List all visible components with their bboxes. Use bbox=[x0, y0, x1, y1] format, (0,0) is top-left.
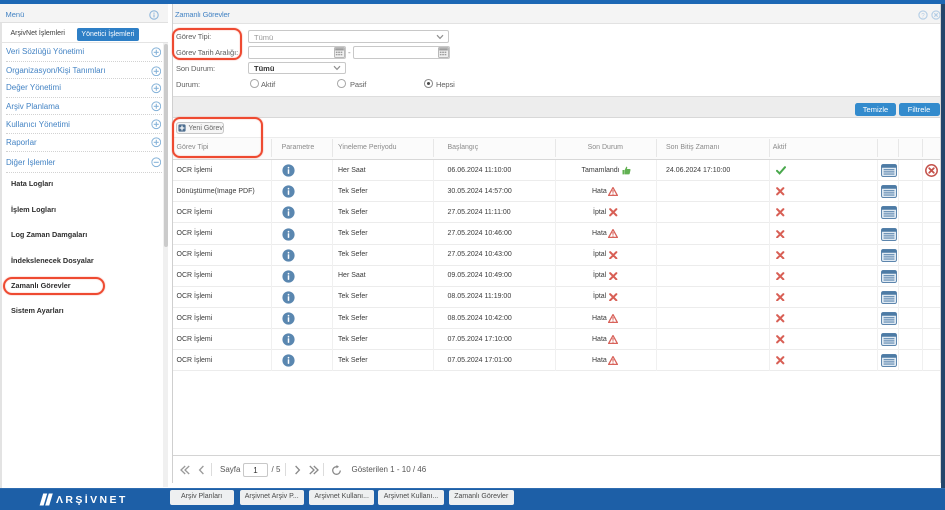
svg-text:?: ? bbox=[921, 12, 925, 19]
